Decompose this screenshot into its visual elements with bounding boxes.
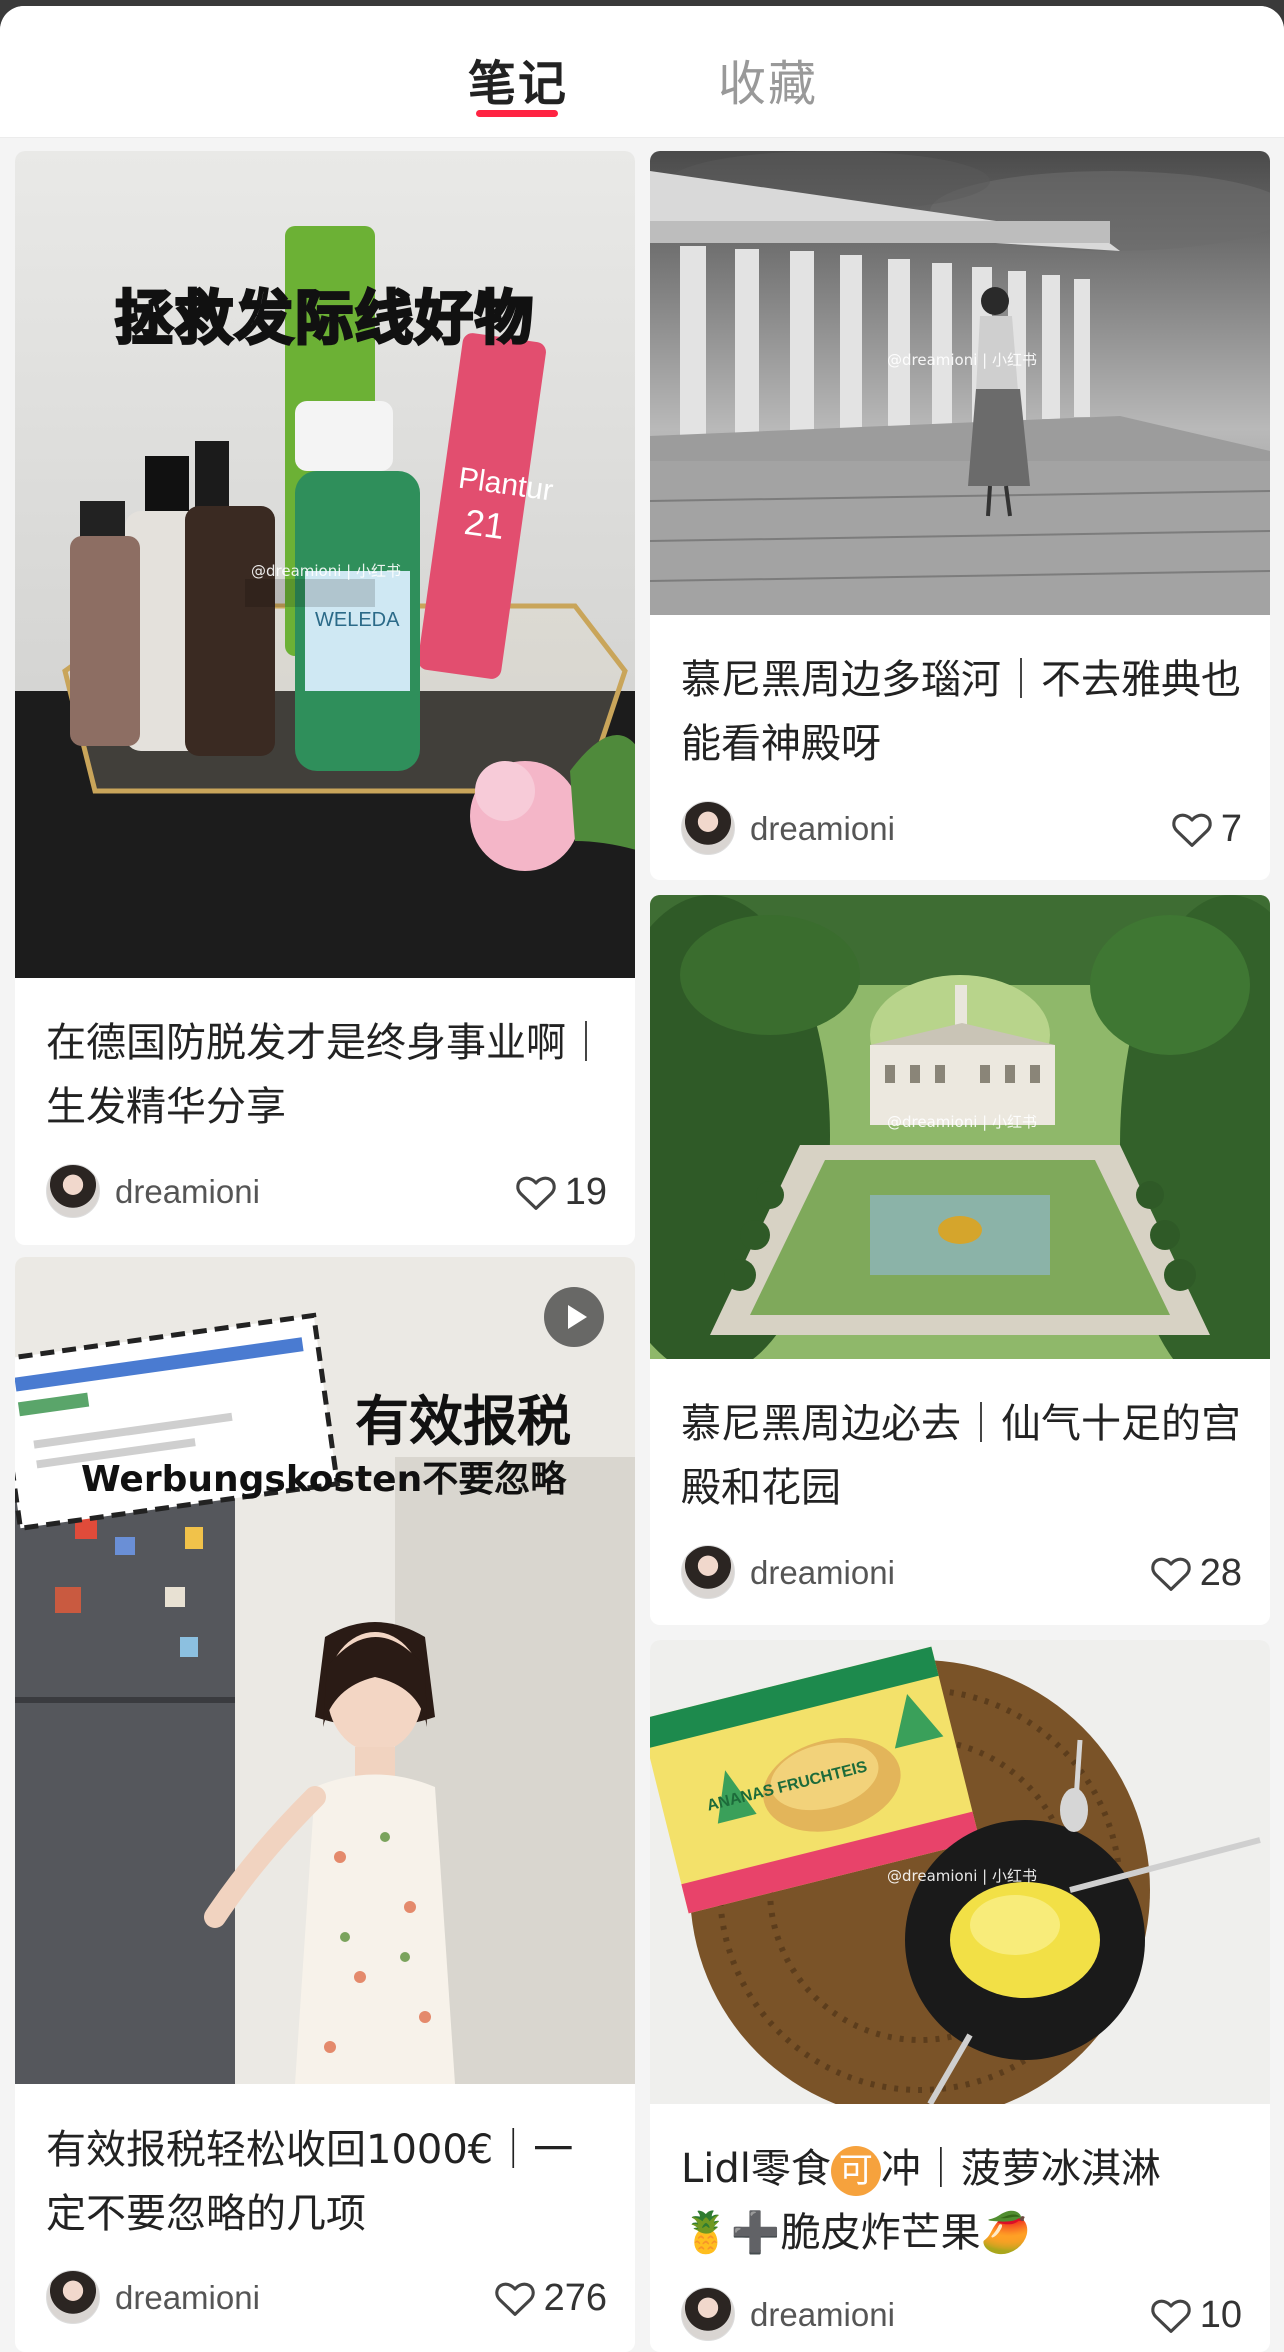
tab-notes[interactable]: 笔记 [468,44,568,114]
svg-text:WELEDA: WELEDA [315,609,400,631]
note-title-part: 冲｜菠萝冰淇淋 [880,2146,1161,2192]
cover-title-text: 有效报税 [355,1390,571,1453]
heart-icon [1151,1557,1191,1591]
emoji-ok-icon: 可 [830,2146,881,2196]
note-title: 慕尼黑周边多瑙河｜不去雅典也能看神殿呀 [681,657,1241,767]
note-card[interactable]: @dreamioni | 小红书 慕尼黑周边必去｜仙气十足的宫殿和花园 drea… [650,895,1270,1625]
watermark: @dreamioni | 小红书 [887,1113,1038,1131]
heart-icon [1172,813,1212,847]
heart-icon [516,1176,556,1210]
note-meta: dreamioni 10 [681,2287,1242,2343]
like-button[interactable]: 28 [1150,1551,1242,1594]
like-count: 19 [564,1170,607,1213]
note-title-part: ➕脆皮炸芒果 [730,2210,981,2256]
note-cover-image: ANANAS FRUCHTEIS @dreamioni | 小红书 [650,1640,1270,2104]
watermark: @dreamioni | 小红书 [887,1867,1038,1885]
tab-saved[interactable]: 收藏 [718,44,818,114]
like-button[interactable]: 7 [1171,807,1242,850]
note-title: 有效报税轻松收回1000€｜一定不要忽略的几项 [46,2127,574,2237]
like-count: 10 [1199,2293,1242,2336]
avatar[interactable] [46,1164,100,1218]
like-button[interactable]: 276 [494,2276,607,2319]
cover-subtitle-text: Werbungskosten不要忽略 [81,1459,567,1500]
like-button[interactable]: 19 [515,1170,607,1213]
note-card[interactable]: @dreamioni | 小红书 慕尼黑周边多瑙河｜不去雅典也能看神殿呀 dre… [650,151,1270,880]
avatar[interactable] [681,801,735,855]
note-card[interactable]: Pl Plantur 21 WELEDA 拯救发际线好物 @d [15,151,635,1245]
note-cover-image: @dreamioni | 小红书 [650,151,1270,615]
tab-bar: 笔记 收藏 [0,6,1284,138]
note-meta: dreamioni 276 [46,2270,607,2326]
pineapple-icon: 🍍 [681,2210,731,2256]
watermark: @dreamioni | 小红书 [251,562,402,580]
active-tab-indicator [476,110,558,117]
avatar[interactable] [681,2287,735,2341]
note-card[interactable]: ANANAS FRUCHTEIS @dreamioni | 小红书 Lidl零食… [650,1640,1270,2352]
note-title: 慕尼黑周边必去｜仙气十足的宫殿和花园 [681,1401,1241,1511]
heart-icon [1151,2299,1191,2333]
author-name[interactable]: dreamioni [750,2296,895,2334]
avatar[interactable] [681,1545,735,1599]
like-count: 28 [1199,1551,1242,1594]
note-cover-image: @dreamioni | 小红书 [650,895,1270,1359]
note-title-part: Lidl零食 [681,2146,831,2192]
author-name[interactable]: dreamioni [750,810,895,848]
avatar[interactable] [46,2270,100,2324]
note-card[interactable]: 有效报税 Werbungskosten不要忽略 有效报税轻松收回1000€｜一定… [15,1257,635,2352]
video-play-icon [544,1287,604,1347]
mango-icon: 🥭 [980,2210,1031,2256]
note-title: Lidl零食可冲｜菠萝冰淇淋 🍍➕脆皮炸芒果🥭 [681,2137,1242,2265]
like-count: 276 [543,2276,607,2319]
cover-title-text: 拯救发际线好物 [113,283,535,354]
author-name[interactable]: dreamioni [115,1173,260,1211]
notes-sheet: 笔记 收藏 Pl Plantur 21 [0,6,1284,2352]
author-name[interactable]: dreamioni [750,1554,895,1592]
like-button[interactable]: 10 [1150,2293,1242,2336]
like-count: 7 [1220,807,1242,850]
svg-text:21: 21 [462,501,507,547]
note-meta: dreamioni 19 [46,1164,607,1220]
note-title: 在德国防脱发才是终身事业啊｜生发精华分享 [46,1020,606,1130]
note-meta: dreamioni 28 [681,1545,1242,1601]
author-name[interactable]: dreamioni [115,2279,260,2317]
note-cover-image: 有效报税 Werbungskosten不要忽略 [15,1257,635,2084]
watermark: @dreamioni | 小红书 [887,351,1038,369]
note-meta: dreamioni 7 [681,801,1242,857]
heart-icon [494,2282,535,2316]
note-cover-image: Pl Plantur 21 WELEDA 拯救发际线好物 @d [15,151,635,978]
